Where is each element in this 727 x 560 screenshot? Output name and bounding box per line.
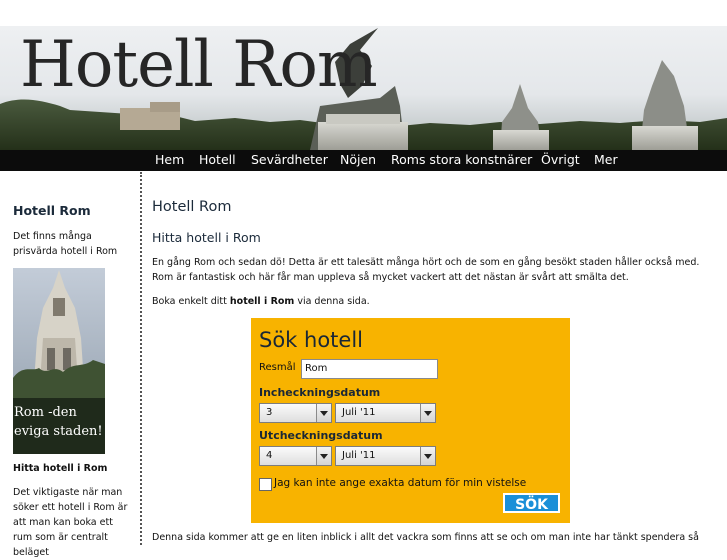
chevron-down-icon <box>420 404 435 422</box>
flexible-dates-checkbox[interactable] <box>259 478 272 491</box>
checkout-month-value: Juli '11 <box>342 450 376 461</box>
header-banner: Hotell Rom <box>0 26 727 150</box>
sidebar-intro: Det finns många prisvärda hotell i Rom <box>13 231 118 257</box>
nav-hotell[interactable]: Hotell <box>199 152 236 167</box>
nav-ovrigt[interactable]: Övrigt <box>541 152 580 167</box>
booking-text-bold: hotell i Rom <box>229 296 295 307</box>
chevron-down-icon <box>316 404 331 422</box>
page-subtitle: Hitta hotell i Rom <box>152 230 261 245</box>
flexible-dates-label: Jag kan inte ange exakta datum för min v… <box>274 477 527 489</box>
photo-caption: Rom -den eviga staden! <box>14 405 103 439</box>
nav-nojen[interactable]: Nöjen <box>340 152 376 167</box>
booking-paragraph: Boka enkelt ditt hotell i Rom via denna … <box>152 294 712 309</box>
search-submit-button[interactable]: SÖK <box>503 493 560 513</box>
destination-input[interactable]: Rom <box>301 359 438 379</box>
checkin-day-value: 3 <box>266 407 273 418</box>
checkout-day-value: 4 <box>266 450 273 461</box>
chevron-down-icon <box>420 447 435 465</box>
checkout-label: Utcheckningsdatum <box>259 429 383 442</box>
checkin-month-value: Juli '11 <box>342 407 376 418</box>
checkin-day-select[interactable]: 3 <box>259 403 332 423</box>
sidebar-heading: Hotell Rom <box>13 203 91 218</box>
checkout-month-select[interactable]: Juli '11 <box>335 446 436 466</box>
sidebar-text: Det viktigaste när man söker ett hotell … <box>13 487 128 558</box>
checkout-day-select[interactable]: 4 <box>259 446 332 466</box>
booking-text-pre: Boka enkelt ditt <box>152 296 230 307</box>
search-form-title: Sök hotell <box>259 328 363 352</box>
site-title: Hotell Rom <box>20 28 378 102</box>
booking-text-post: via denna sida. <box>294 296 370 307</box>
intro-paragraph: En gång Rom och sedan dö! Detta är ett t… <box>152 257 700 283</box>
sidebar-subheading: Hitta hotell i Rom <box>13 463 108 474</box>
bottom-paragraph: Denna sida kommer att ge en liten inblic… <box>152 532 699 543</box>
column-divider <box>140 172 142 545</box>
destination-label: Resmål <box>259 362 296 373</box>
top-whitespace <box>0 0 727 26</box>
nav-mer[interactable]: Mer <box>594 152 618 167</box>
page-title: Hotell Rom <box>152 199 232 215</box>
main-navigation: Hem Hotell Sevärdheter Nöjen Roms stora … <box>0 150 727 171</box>
nav-roms-stora-konstnarer[interactable]: Roms stora konstnärer <box>391 152 532 167</box>
chevron-down-icon <box>316 447 331 465</box>
checkin-label: Incheckningsdatum <box>259 386 381 399</box>
hotel-search-form: Sök hotell Resmål Rom Incheckningsdatum … <box>251 318 570 523</box>
nav-sevardheter[interactable]: Sevärdheter <box>251 152 328 167</box>
nav-hem[interactable]: Hem <box>155 152 184 167</box>
checkin-month-select[interactable]: Juli '11 <box>335 403 436 423</box>
